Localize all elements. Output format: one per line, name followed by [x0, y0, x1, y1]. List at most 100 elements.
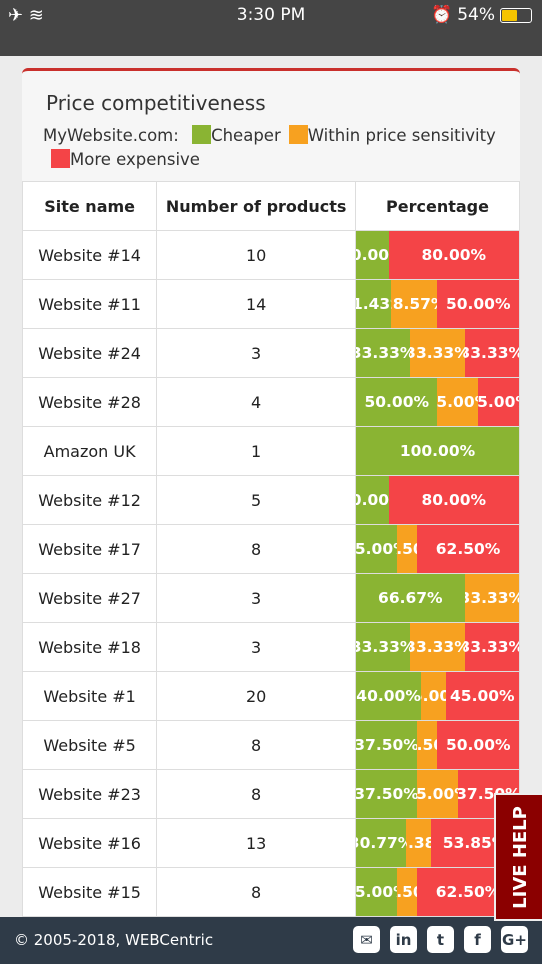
site-name: Website #18: [22, 622, 158, 672]
col-number-of-products: Number of products: [156, 181, 356, 231]
segment-cheaper: 37.50%: [355, 721, 418, 769]
segment-more-expensive: 45.00%: [445, 672, 519, 720]
segment-within-sensitivity: 15.38%: [406, 819, 432, 867]
percentage-bar: 37.50%12.50%50.00%: [355, 721, 519, 769]
percentage-bar: 66.67%33.33%: [355, 574, 519, 622]
segment-cheaper: 20.00%: [355, 476, 389, 524]
percentage-bar: 21.43%28.57%50.00%: [355, 280, 519, 328]
site-name: Website #17: [22, 524, 158, 574]
table-row: Website #12040.00%15.00%45.00%: [22, 671, 520, 721]
legend-label: More expensive: [70, 150, 200, 169]
percentage-bar: 20.00%80.00%: [355, 476, 519, 524]
twitter-icon[interactable]: t: [427, 926, 454, 953]
table-row: Amazon UK 1 100.00%: [22, 426, 520, 476]
site-name: Website #5: [22, 720, 158, 770]
product-count: 3: [156, 573, 356, 623]
segment-cheaper: 37.50%: [355, 770, 418, 818]
legend-item: Cheaper: [184, 125, 281, 145]
site-name: Website #14: [22, 230, 158, 280]
segment-cheaper: 50.00%: [355, 378, 438, 426]
site-name: Website #27: [22, 573, 158, 623]
site-name: Website #11: [22, 279, 158, 329]
google-plus-icon[interactable]: G+: [501, 926, 528, 953]
percentage-bar: 25.00%12.50%62.50%: [355, 525, 519, 573]
segment-cheaper: 33.33%: [355, 329, 411, 377]
segment-within-sensitivity: 12.50%: [396, 525, 418, 573]
legend-item: More expensive: [43, 149, 200, 169]
segment-cheaper: 33.33%: [355, 623, 411, 671]
status-bar: ✈ ≋ 3:30 PM ⏰ 54%: [0, 0, 542, 56]
percentage-bar: 33.33%33.33%33.33%: [355, 329, 519, 377]
percentage-bar: 100.00%: [355, 427, 519, 475]
battery-percent: 54%: [457, 5, 495, 25]
site-name: Website #24: [22, 328, 158, 378]
copyright: © 2005-2018, WEBCentric: [14, 931, 214, 949]
percentage-bar: 33.33%33.33%33.33%: [355, 623, 519, 671]
linkedin-icon[interactable]: in: [390, 926, 417, 953]
table-row: Website #28450.00%25.00%25.00%: [22, 377, 520, 427]
card-title: Price competitiveness: [46, 91, 266, 115]
segment-within-sensitivity: 25.00%: [437, 378, 479, 426]
product-count: 3: [156, 622, 356, 672]
product-count: 4: [156, 377, 356, 427]
legend-swatch: [51, 149, 70, 168]
segment-within-sensitivity: 15.00%: [421, 672, 446, 720]
segment-more-expensive: 62.50%: [417, 525, 519, 573]
col-site-name: Site name: [22, 181, 158, 231]
legend-label: Cheaper: [211, 126, 281, 145]
table-row: Website #161330.77%15.38%53.85%: [22, 818, 520, 868]
product-count: 8: [156, 867, 356, 917]
facebook-icon[interactable]: f: [464, 926, 491, 953]
segment-cheaper: 20.00%: [355, 231, 389, 279]
segment-within-sensitivity: 33.33%: [410, 329, 465, 377]
legend-swatch: [288, 125, 308, 144]
site-name: Website #15: [22, 867, 158, 917]
site-name: Amazon UK: [22, 426, 158, 476]
segment-cheaper: 25.00%: [355, 868, 397, 916]
segment-more-expensive: 33.33%: [464, 329, 519, 377]
table-row: Website #18333.33%33.33%33.33%: [22, 622, 520, 672]
legend-swatch: [192, 125, 212, 144]
product-count: 8: [156, 720, 356, 770]
product-count: 3: [156, 328, 356, 378]
live-help-button[interactable]: LIVE HELP: [494, 793, 542, 921]
email-icon[interactable]: ✉: [353, 926, 380, 953]
product-count: 20: [156, 671, 356, 721]
segment-within-sensitivity: 33.33%: [410, 623, 465, 671]
battery-icon: [500, 7, 532, 23]
legend-label: Within price sensitivity: [307, 126, 496, 145]
segment-within-sensitivity: 12.50%: [417, 721, 438, 769]
table-row: Website #5837.50%12.50%50.00%: [22, 720, 520, 770]
product-count: 8: [156, 524, 356, 574]
segment-more-expensive: 50.00%: [437, 280, 519, 328]
segment-cheaper: 30.77%: [355, 819, 407, 867]
table-row: Website #24333.33%33.33%33.33%: [22, 328, 520, 378]
table-row: Website #12520.00%80.00%: [22, 475, 520, 525]
product-count: 5: [156, 475, 356, 525]
table-row: Website #15825.00%12.50%62.50%: [22, 867, 520, 917]
site-name: Website #28: [22, 377, 158, 427]
segment-within-sensitivity: 33.33%: [464, 574, 519, 622]
product-count: 14: [156, 279, 356, 329]
footer: © 2005-2018, WEBCentric ✉ in t f G+: [0, 917, 542, 964]
segment-within-sensitivity: 28.57%: [390, 280, 438, 328]
product-count: 13: [156, 818, 356, 868]
segment-more-expensive: 80.00%: [388, 476, 519, 524]
product-count: 10: [156, 230, 356, 280]
table-row: Website #111421.43%28.57%50.00%: [22, 279, 520, 329]
segment-more-expensive: 25.00%: [478, 378, 519, 426]
segment-more-expensive: 80.00%: [388, 231, 519, 279]
site-name: Website #16: [22, 818, 158, 868]
alarm-icon: ⏰: [431, 5, 453, 25]
segment-within-sensitivity: 12.50%: [396, 868, 418, 916]
legend-item: Within price sensitivity: [281, 125, 496, 145]
col-percentage: Percentage: [354, 181, 520, 231]
product-count: 8: [156, 769, 356, 819]
segment-cheaper: 25.00%: [355, 525, 397, 573]
site-name: Website #12: [22, 475, 158, 525]
segment-cheaper: 66.67%: [355, 574, 465, 622]
legend: MyWebsite.com: Cheaper Within price sensi…: [43, 124, 513, 172]
table-row: Website #17825.00%12.50%62.50%: [22, 524, 520, 574]
legend-prefix: MyWebsite.com:: [43, 126, 179, 145]
segment-within-sensitivity: 25.00%: [417, 770, 458, 818]
